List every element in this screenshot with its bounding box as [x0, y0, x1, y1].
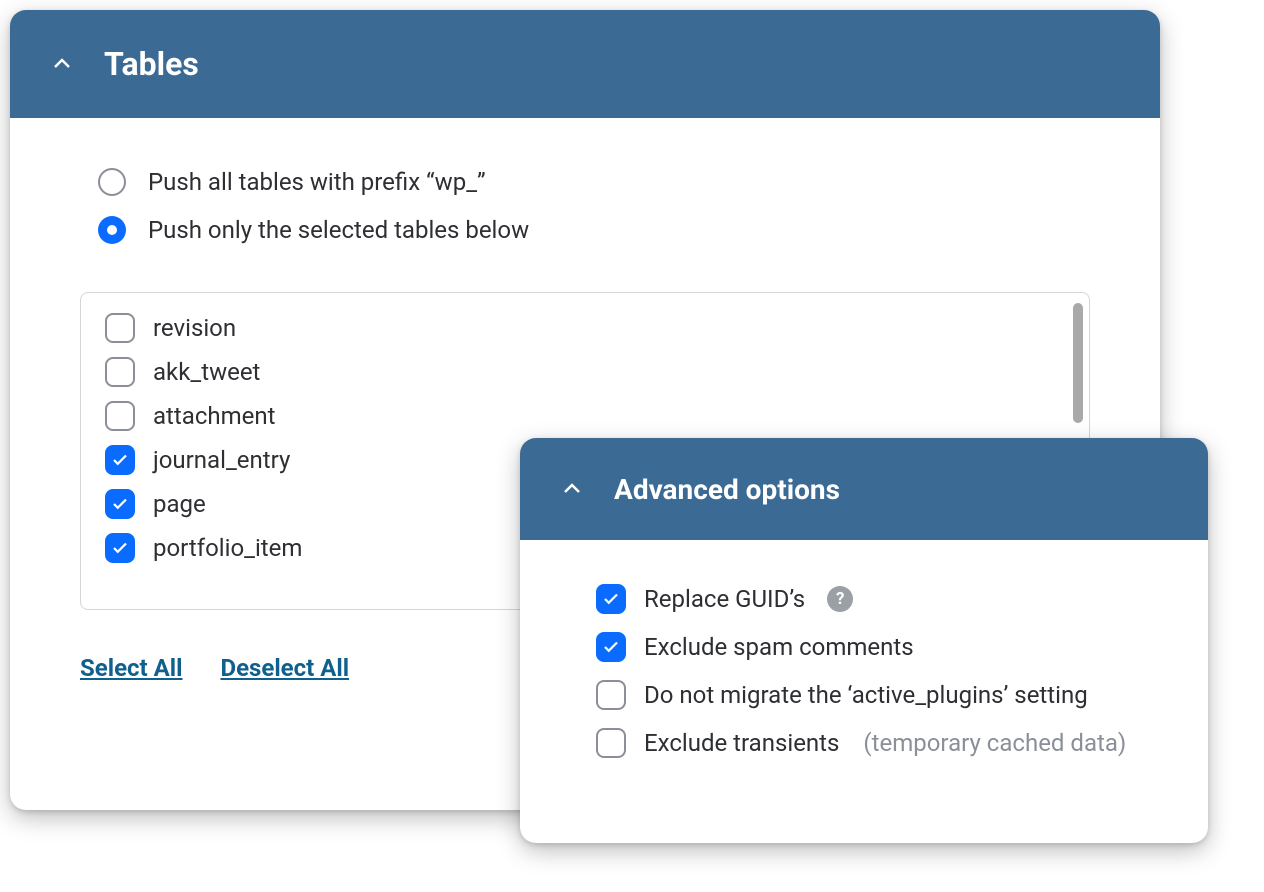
option-no-active-plugins[interactable]: Do not migrate the ‘active_plugins’ sett…	[596, 680, 1148, 710]
radio-label: Push all tables with prefix “wp_”	[148, 168, 486, 196]
help-icon[interactable]: ?	[827, 586, 853, 612]
select-all-button[interactable]: Select All	[80, 654, 182, 682]
table-row[interactable]: revision	[105, 313, 1065, 343]
option-exclude-spam[interactable]: Exclude spam comments	[596, 632, 1148, 662]
option-hint: (temporary cached data)	[863, 729, 1126, 757]
table-name: attachment	[153, 402, 275, 430]
radio-icon	[98, 168, 126, 196]
option-label: Replace GUID’s	[644, 585, 805, 613]
table-name: page	[153, 490, 206, 518]
checkbox-icon[interactable]	[105, 313, 135, 343]
advanced-panel-title: Advanced options	[614, 473, 840, 506]
tables-panel-header[interactable]: Tables	[10, 10, 1160, 118]
checkbox-icon[interactable]	[596, 632, 626, 662]
table-row[interactable]: attachment	[105, 401, 1065, 431]
checkbox-icon[interactable]	[596, 680, 626, 710]
checkbox-icon[interactable]	[105, 489, 135, 519]
push-mode-radio-group: Push all tables with prefix “wp_” Push o…	[98, 168, 1090, 244]
checkbox-icon[interactable]	[105, 401, 135, 431]
table-name: portfolio_item	[153, 534, 302, 562]
radio-label: Push only the selected tables below	[148, 216, 529, 244]
radio-icon	[98, 216, 126, 244]
table-name: journal_entry	[153, 446, 290, 474]
advanced-panel-header[interactable]: Advanced options	[520, 438, 1208, 540]
option-label: Exclude spam comments	[644, 633, 914, 661]
chevron-up-icon	[50, 52, 74, 76]
checkbox-icon[interactable]	[596, 728, 626, 758]
option-exclude-transients[interactable]: Exclude transients (temporary cached dat…	[596, 728, 1148, 758]
checkbox-icon[interactable]	[105, 533, 135, 563]
table-row[interactable]: akk_tweet	[105, 357, 1065, 387]
checkbox-icon[interactable]	[596, 584, 626, 614]
option-replace-guids[interactable]: Replace GUID’s ?	[596, 584, 1148, 614]
chevron-up-icon	[560, 477, 584, 501]
option-label: Exclude transients	[644, 729, 839, 757]
table-name: revision	[153, 314, 236, 342]
advanced-options-list: Replace GUID’s ? Exclude spam comments D…	[596, 584, 1148, 758]
scrollbar[interactable]	[1073, 303, 1083, 423]
option-label: Do not migrate the ‘active_plugins’ sett…	[644, 681, 1088, 709]
radio-push-all[interactable]: Push all tables with prefix “wp_”	[98, 168, 1090, 196]
table-name: akk_tweet	[153, 358, 260, 386]
advanced-options-panel: Advanced options Replace GUID’s ? Exclud…	[520, 438, 1208, 843]
tables-panel-title: Tables	[104, 45, 199, 83]
radio-push-selected[interactable]: Push only the selected tables below	[98, 216, 1090, 244]
checkbox-icon[interactable]	[105, 357, 135, 387]
checkbox-icon[interactable]	[105, 445, 135, 475]
deselect-all-button[interactable]: Deselect All	[220, 654, 349, 682]
advanced-panel-body: Replace GUID’s ? Exclude spam comments D…	[520, 540, 1208, 798]
